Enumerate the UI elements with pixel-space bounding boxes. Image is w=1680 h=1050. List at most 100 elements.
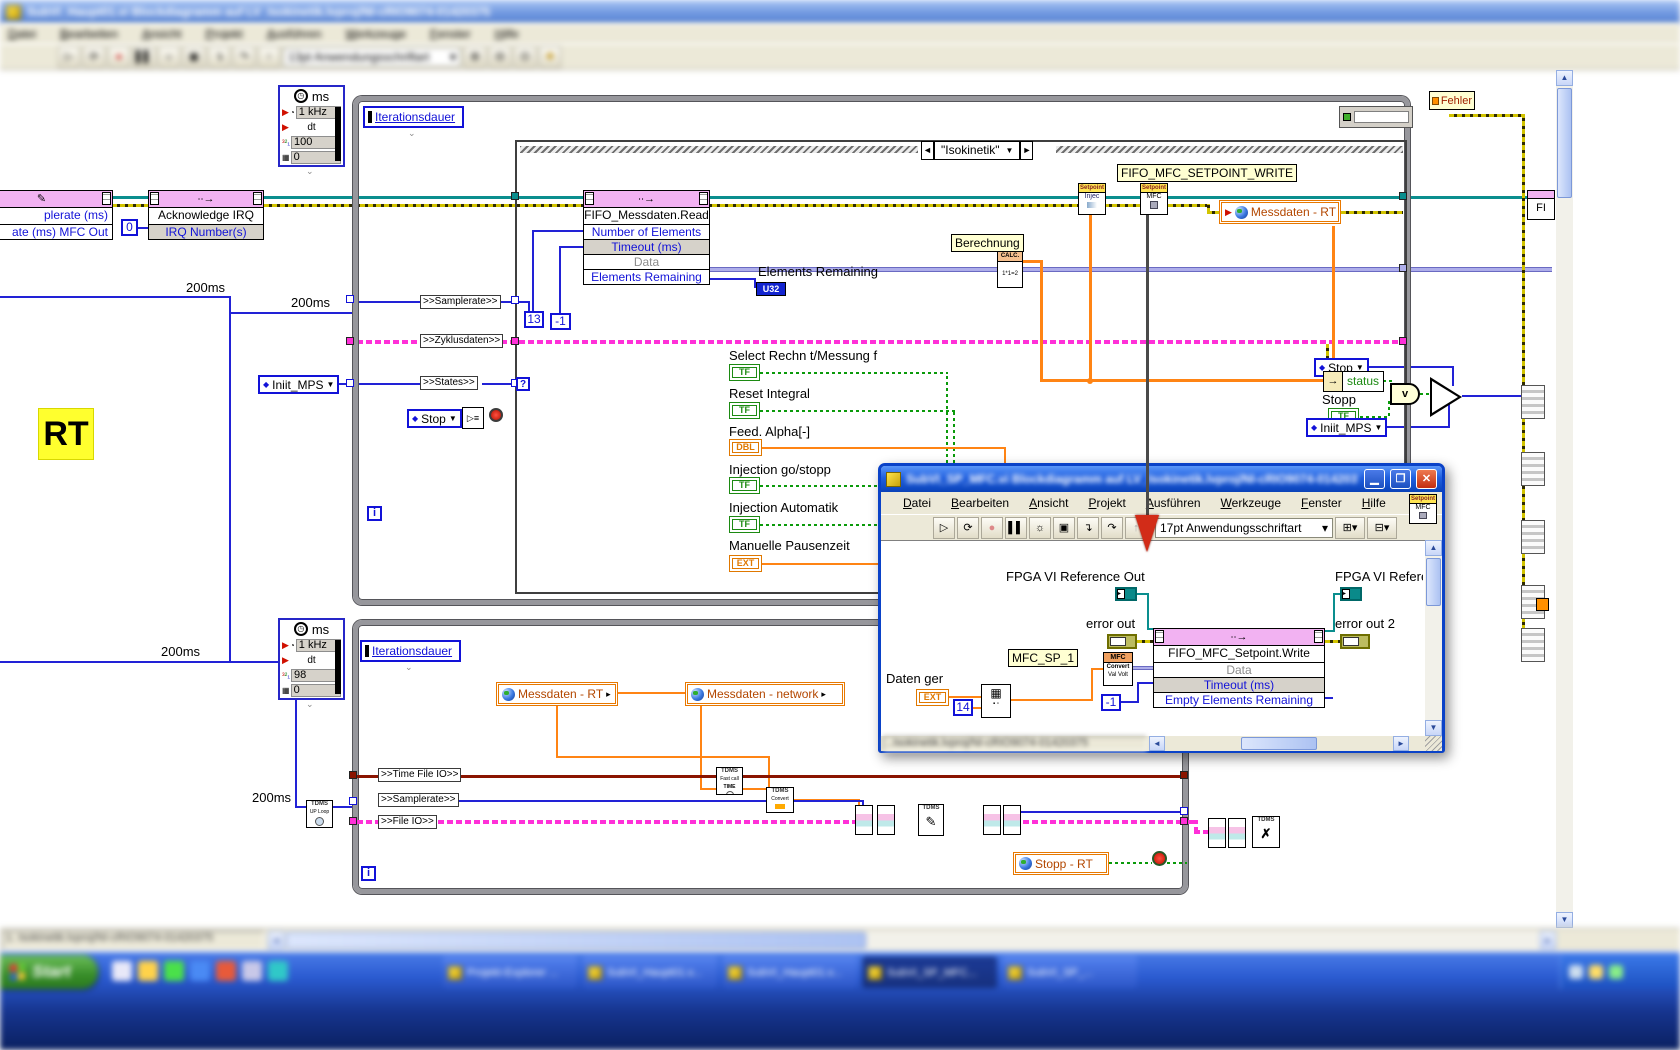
invoke-row[interactable]: IRQ Number(s)	[149, 224, 263, 239]
tray-icon[interactable]	[1589, 965, 1603, 979]
tf-terminal[interactable]: TF	[729, 477, 760, 494]
u32-indicator[interactable]: U32	[756, 282, 786, 296]
pause-button[interactable]: ▌▌	[133, 45, 155, 68]
scroll-left-icon[interactable]: ◄	[268, 931, 284, 950]
menu-projekt[interactable]: Projekt	[1078, 496, 1135, 510]
tray-icon[interactable]	[1569, 965, 1583, 979]
local-variable-init-mps[interactable]: ◆ Iniit_MPS ▼	[258, 375, 340, 394]
fifo-mfc-setpoint-write-label[interactable]: FIFO_MFC_SETPOINT_WRITE	[1117, 164, 1298, 182]
abort-button[interactable]: ●	[981, 516, 1003, 539]
fifo-row[interactable]: Data	[1154, 662, 1324, 677]
case-prev-icon[interactable]: ◄	[921, 141, 934, 160]
abort-button[interactable]: ●	[108, 45, 130, 68]
main-vscrollbar[interactable]: ▲ ▼	[1556, 70, 1573, 928]
menu-ansicht[interactable]: Ansicht	[1019, 496, 1078, 510]
step-into-button[interactable]: ↴	[208, 45, 230, 68]
scroll-left-icon[interactable]: ◄	[1149, 736, 1165, 751]
fehler-indicator[interactable]: Fehler	[1429, 91, 1475, 110]
fifo-row[interactable]: Elements Remaining	[584, 269, 709, 284]
quicklaunch-icon[interactable]	[112, 961, 132, 981]
fifo-row[interactable]: Timeout (ms)	[1154, 677, 1324, 692]
shared-variable-stopp-rt[interactable]: Stopp - RT	[1013, 852, 1109, 875]
fi-partial-node[interactable]: FI	[1527, 190, 1555, 220]
quicklaunch-icon[interactable]	[138, 961, 158, 981]
tunnel-samplerate[interactable]: >>Samplerate>>	[420, 295, 501, 309]
dbl-terminal[interactable]: DBL	[729, 439, 762, 456]
tunnel-file-io[interactable]: >>File IO>>	[378, 815, 437, 829]
hscroll-thumb[interactable]	[286, 932, 866, 949]
fifo-row[interactable]: Data	[584, 254, 709, 269]
scroll-down-icon[interactable]: ▼	[1425, 720, 1442, 736]
property-row[interactable]: ate (ms) MFC Out	[0, 224, 112, 239]
loop-period[interactable]: 100	[291, 136, 341, 149]
highlight-execution-button[interactable]: ☼	[158, 45, 180, 68]
mfc-convert-subvi[interactable]: MFC Convert Val Volt	[1103, 652, 1133, 686]
setpoint-mfc-subvi[interactable]: Setpoint MFC	[1140, 183, 1168, 215]
property-row[interactable]: plerate (ms)	[0, 208, 112, 224]
taskbar-button[interactable]: Projekt-Explorer ...	[443, 957, 577, 988]
constant-13[interactable]: 13	[524, 311, 544, 328]
quicklaunch-icon[interactable]	[268, 961, 288, 981]
error-cluster-constant[interactable]	[1339, 106, 1413, 128]
retain-wire-values-button[interactable]: ▣	[183, 45, 205, 68]
irq-number-constant[interactable]: 0	[121, 219, 138, 236]
taskbar-button[interactable]: SubVI_SP_...	[1003, 957, 1137, 988]
constant-minus1[interactable]: -1	[550, 313, 571, 330]
tdms-time-subvi[interactable]: TDMS Fast call TIME	[716, 767, 743, 795]
calc-subvi[interactable]: CALC. 1*1=2	[997, 251, 1023, 288]
local-variable-stop[interactable]: ◆ Stop ▼	[407, 409, 462, 428]
error-out-terminal[interactable]	[1107, 634, 1137, 649]
run-button[interactable]: ▷	[933, 516, 955, 539]
shared-variable-messdaten-rt-2[interactable]: Messdaten - RT ▸	[496, 682, 618, 706]
font-selector[interactable]: 17pt Anwendungsschriftart ▾	[1155, 517, 1333, 538]
subvi-sp-mfc-window[interactable]: SubVI_SP_MFC.vi Blockdiagramm auf LV_Iso…	[878, 463, 1445, 753]
highlight-execution-button[interactable]: ☼	[1029, 516, 1051, 539]
subwindow-titlebar[interactable]: SubVI_SP_MFC.vi Blockdiagramm auf LV_Iso…	[881, 466, 1442, 492]
fifo-row[interactable]: Timeout (ms)	[584, 239, 709, 254]
fpga-ref-terminal[interactable]: ▸	[1115, 587, 1137, 601]
subwindow-diagram[interactable]: FPGA VI Reference Out ▸ error out ∙∙→ FI…	[881, 540, 1425, 736]
iterationsdauer-node[interactable]: Iterationsdauer	[360, 640, 461, 662]
pause-button[interactable]: ▌▌	[1005, 516, 1027, 539]
tunnel-zyklusdaten[interactable]: >>Zyklusdaten>>	[420, 334, 504, 348]
scroll-up-icon[interactable]: ▲	[1425, 540, 1442, 556]
tf-terminal[interactable]: TF	[729, 402, 760, 419]
maximize-button[interactable]: ❐	[1390, 469, 1411, 489]
loop-period[interactable]: 98	[291, 669, 341, 682]
rt-free-label[interactable]: RT	[38, 408, 94, 460]
tunnel-time-file-io[interactable]: >>Time File IO>>	[378, 768, 462, 782]
menu-hilfe[interactable]: Hilfe	[495, 27, 519, 41]
step-over-button[interactable]: ↷	[233, 45, 255, 68]
scroll-up-icon[interactable]: ▲	[1556, 70, 1573, 86]
tdms-close-subvi[interactable]: TDMS ✗	[1252, 816, 1280, 848]
menu-ansicht[interactable]: Ansicht	[142, 27, 181, 41]
label-200ms[interactable]: 200ms	[291, 295, 330, 310]
menu-fenster[interactable]: Fenster	[430, 27, 471, 41]
vscroll-thumb[interactable]	[1557, 88, 1572, 198]
tray-icon[interactable]	[1609, 965, 1623, 979]
constant-14[interactable]: 14	[953, 699, 973, 716]
menu-ausfuehren[interactable]: Ausführen	[267, 27, 322, 41]
taskbar-button[interactable]: SubVI_Haupt01.v...	[583, 957, 717, 988]
scroll-right-icon[interactable]: ►	[1393, 736, 1409, 751]
tf-terminal[interactable]: TF	[729, 516, 760, 533]
quicklaunch-icon[interactable]	[216, 961, 236, 981]
main-hscrollbar[interactable]: ◄ ►	[268, 931, 1556, 950]
local-variable-init-mps-2[interactable]: ◆ Iniit_MPS ▼	[1306, 418, 1388, 437]
fpga-ref2-terminal[interactable]: ▸	[1340, 587, 1362, 601]
font-selector[interactable]: 13pt Anwendungsschriftart ▾	[283, 46, 461, 67]
distribute-objects-button[interactable]: ⊟	[489, 45, 511, 68]
step-over-button[interactable]: ↷	[1101, 516, 1123, 539]
berechnung-label[interactable]: Berechnung	[951, 234, 1024, 252]
shared-variable-messdaten-network[interactable]: Messdaten - network ▸	[685, 682, 845, 706]
quicklaunch-icon[interactable]	[164, 961, 184, 981]
step-into-button[interactable]: ↴	[1077, 516, 1099, 539]
fifo-row[interactable]: Number of Elements	[584, 224, 709, 239]
align-objects-button[interactable]: ⊞	[464, 45, 486, 68]
scroll-right-icon[interactable]: ►	[1540, 931, 1556, 950]
hscroll-thumb[interactable]	[1241, 737, 1317, 750]
subwindow-vscrollbar[interactable]: ▲ ▼	[1425, 540, 1442, 736]
menu-werkzeuge[interactable]: Werkzeuge	[346, 27, 406, 41]
case-next-icon[interactable]: ►	[1020, 141, 1034, 160]
vscroll-thumb[interactable]	[1426, 558, 1441, 606]
